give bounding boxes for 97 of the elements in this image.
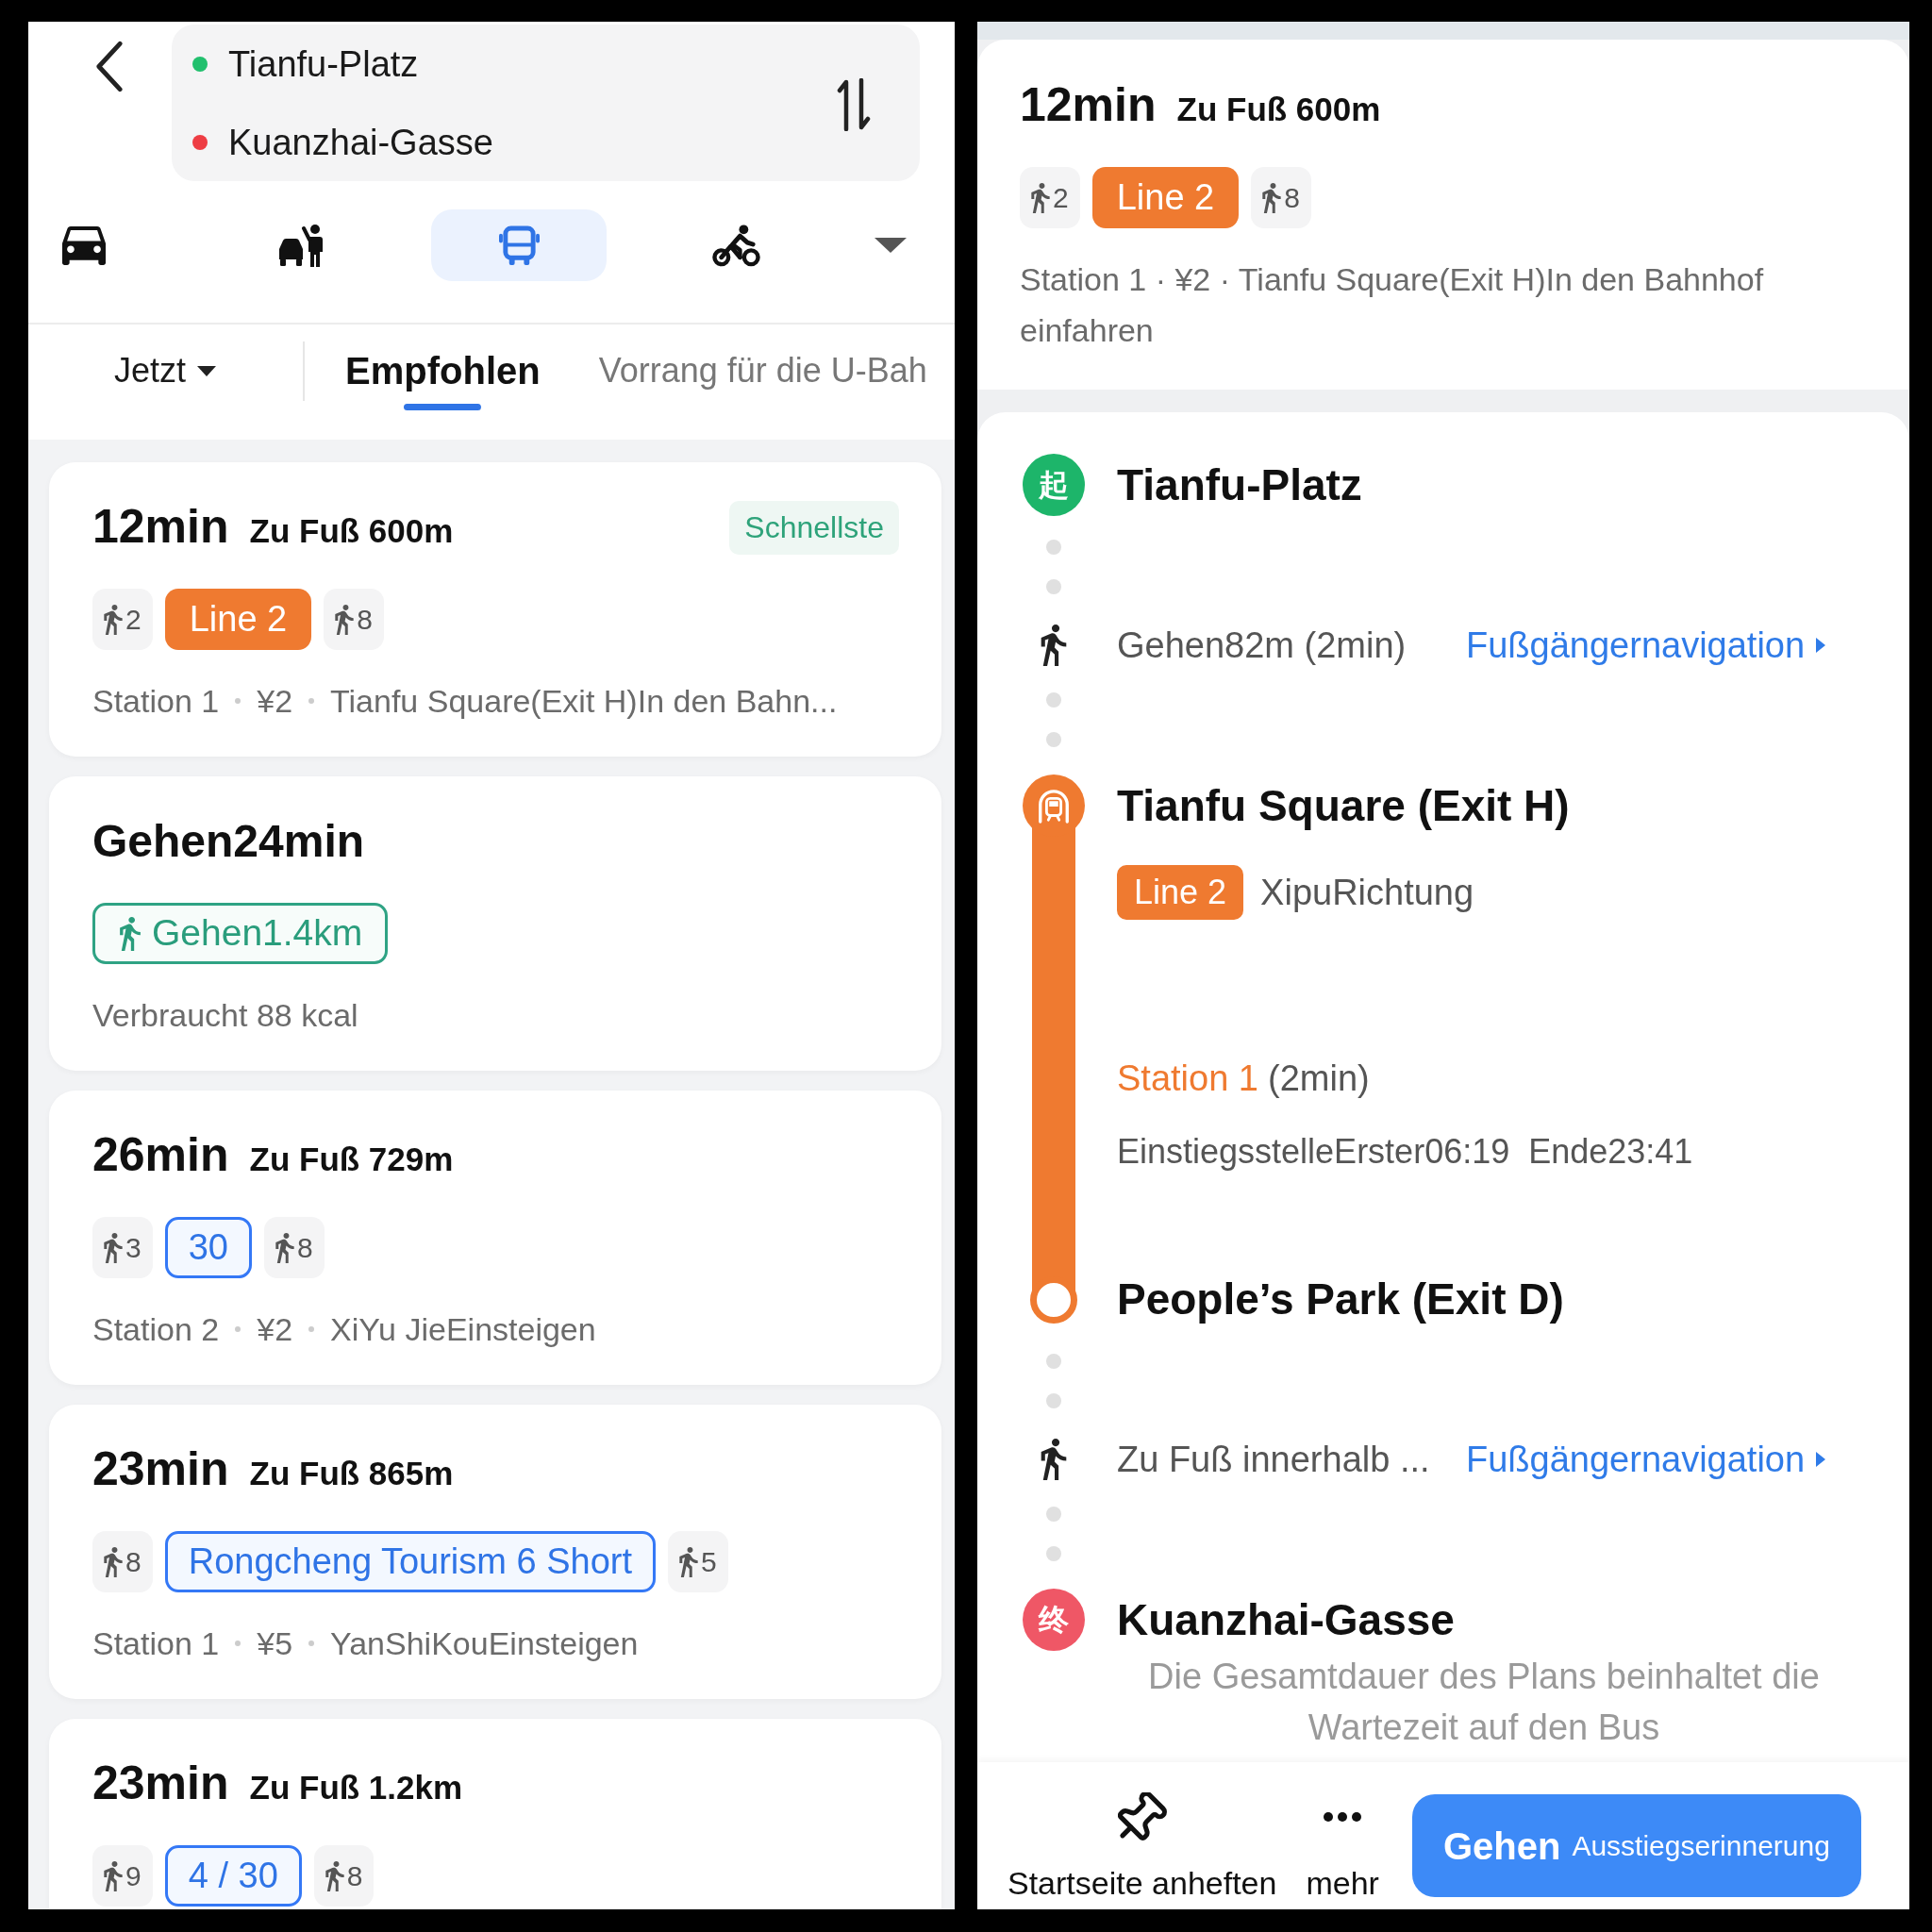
walk-minutes: 3 xyxy=(125,1230,142,1265)
caret-right-icon xyxy=(1816,638,1826,653)
boarding-info: XiYu JieEinsteigen xyxy=(330,1309,596,1349)
direction-text: XipuRichtung xyxy=(1260,871,1474,914)
walking-person-icon xyxy=(1041,1439,1067,1480)
sort-tab[interactable]: Vorrang für die U-Bah xyxy=(598,347,927,394)
walking-person-icon xyxy=(275,1232,294,1263)
plan-duration-note: Die Gesamtdauer des Plans beinhaltet die Wartezeit auf den Bus xyxy=(1147,1656,1821,1749)
transport-mode-tab[interactable] xyxy=(711,224,760,267)
walking-person-icon xyxy=(120,916,141,951)
more-icon xyxy=(1324,1812,1362,1822)
route-card[interactable]: 23min Zu Fuß 1.2km 9 4 / 30 8 xyxy=(49,1719,941,1909)
walk-minutes: 8 xyxy=(357,602,373,637)
person-car-icon xyxy=(277,224,325,267)
bus-line-tag: 4 / 30 xyxy=(164,1845,302,1907)
alighting-station: People’s Park (Exit D) xyxy=(1117,1274,1564,1325)
car-icon xyxy=(62,225,106,265)
stop-count: Station 1 xyxy=(92,681,220,721)
walk-distance: Zu Fuß 729m xyxy=(249,1140,454,1180)
route-card[interactable]: 23min Zu Fuß 865m 8 Rongcheng Tourism 6 Short 5 Station 1 ¥5 YanShiKouEinsteigen xyxy=(49,1405,941,1699)
metro-line-tag: Line 2 xyxy=(164,589,312,650)
route-duration: 12min xyxy=(92,499,229,556)
metro-line-tag: Line 2 xyxy=(1117,865,1244,920)
transport-mode-tab[interactable] xyxy=(62,225,106,265)
sort-tab[interactable]: Empfohlen xyxy=(345,347,541,410)
walk-minutes: 5 xyxy=(701,1544,717,1579)
bus-line-tag: Rongcheng Tourism 6 Short xyxy=(164,1531,657,1592)
boarding-info: YanShiKouEinsteigen xyxy=(330,1624,639,1663)
walk-distance: Zu Fuß 1.2km xyxy=(249,1768,463,1808)
fare: ¥2 xyxy=(257,681,293,721)
route-duration: 12min xyxy=(1020,77,1157,133)
ride-duration: (2min) xyxy=(1268,1057,1370,1100)
walking-person-icon xyxy=(679,1546,699,1577)
route-duration: 23min xyxy=(92,1441,229,1498)
more-button[interactable]: mehr xyxy=(1306,1762,1379,1902)
calorie-info: Verbraucht 88 kcal xyxy=(92,995,358,1035)
fastest-tag: Schnellste xyxy=(729,500,899,555)
walking-person-icon xyxy=(104,1860,123,1891)
walk-minutes: 8 xyxy=(125,1544,142,1579)
caret-right-icon xyxy=(1816,1452,1826,1467)
stop-count: Station 1 xyxy=(92,1624,220,1663)
place-name: Tianfu-Platz xyxy=(1117,459,1362,511)
bus-icon xyxy=(498,225,540,266)
fare: ¥2 xyxy=(257,1309,293,1349)
boarding-info: Tianfu Square(Exit H)In den Bahn... xyxy=(330,681,838,721)
walking-person-icon xyxy=(1041,625,1067,666)
walk-distance: Zu Fuß 600m xyxy=(1176,90,1381,129)
walk-instruction: Gehen82m (2min) xyxy=(1117,625,1407,665)
first-train-time: EinstiegsstelleErster06:19 xyxy=(1117,1131,1510,1173)
walk-minutes: 9 xyxy=(125,1858,142,1893)
route-title: Gehen24min xyxy=(92,815,365,868)
stop-count: Station 2 xyxy=(92,1309,220,1349)
route-duration: 23min xyxy=(92,1756,229,1812)
walk-minutes: 8 xyxy=(296,1230,313,1265)
walking-navigation-link[interactable]: Fußgängernavigation xyxy=(1466,1432,1826,1487)
bicycle-rider-icon xyxy=(711,224,760,267)
walking-person-icon xyxy=(325,1860,344,1891)
origin-name[interactable]: Tianfu-Platz xyxy=(228,40,419,88)
fare: ¥5 xyxy=(257,1624,293,1663)
walking-person-icon xyxy=(1031,182,1050,213)
last-train-time: Ende23:41 xyxy=(1528,1131,1693,1173)
swap-icon[interactable] xyxy=(836,78,872,131)
route-card[interactable]: Gehen24min Gehen1.4km Verbraucht 88 kcal xyxy=(49,776,941,1071)
stop-count: Station 1 xyxy=(1117,1057,1258,1100)
route-card[interactable]: 26min Zu Fuß 729m 3 30 8 Station 2 ¥2 XiYu JieEinsteigen xyxy=(49,1091,941,1385)
walk-distance: Zu Fuß 865m xyxy=(249,1454,454,1494)
route-info: Station 1 · ¥2 · Tianfu Square(Exit H)In den Bahnhof einfahren xyxy=(1020,260,1765,350)
transport-mode-tab[interactable] xyxy=(277,224,325,267)
back-icon[interactable] xyxy=(94,41,124,92)
walking-person-icon xyxy=(104,1546,123,1577)
end-marker: 终 xyxy=(1023,1589,1085,1651)
walk-instruction: Zu Fuß innerhalb ... xyxy=(1117,1439,1430,1479)
metro-line-tag: Line 2 xyxy=(1091,167,1240,228)
caret-down-icon xyxy=(197,365,217,376)
place-name: Kuanzhai-Gasse xyxy=(1117,1594,1455,1646)
time-dropdown[interactable]: Jetzt xyxy=(114,347,217,394)
walk-minutes: 2 xyxy=(1053,180,1069,215)
route-card[interactable]: 12min Zu Fuß 600m Schnellste 2 Line 2 8 Station 1 ¥2 Tianfu Square(Exit H)In den Bahn... xyxy=(49,462,941,757)
walking-person-icon xyxy=(104,604,123,635)
walking-distance: Gehen1.4km xyxy=(152,911,363,956)
destination-name[interactable]: Kuanzhai-Gasse xyxy=(228,118,493,166)
route-input-box[interactable]: Tianfu-Platz Kuanzhai-Gasse xyxy=(172,25,920,181)
walk-minutes: 8 xyxy=(346,1858,363,1893)
route-duration: 26min xyxy=(92,1127,229,1184)
walking-person-icon xyxy=(335,604,355,635)
walk-minutes: 2 xyxy=(125,602,142,637)
pin-to-home-button[interactable]: Startseite anheften xyxy=(1008,1762,1277,1902)
walk-distance: Zu Fuß 600m xyxy=(249,511,454,552)
dropdown-caret-icon[interactable] xyxy=(874,238,907,253)
boarding-station: Tianfu Square (Exit H) xyxy=(1117,780,1570,832)
bus-line-tag: 30 xyxy=(164,1217,252,1278)
start-marker: 起 xyxy=(1023,454,1085,516)
walking-person-icon xyxy=(1262,182,1282,213)
walk-minutes: 8 xyxy=(1284,180,1300,215)
pin-icon xyxy=(1117,1792,1167,1841)
walking-navigation-link[interactable]: Fußgängernavigation xyxy=(1466,618,1826,673)
walking-person-icon xyxy=(104,1232,123,1263)
